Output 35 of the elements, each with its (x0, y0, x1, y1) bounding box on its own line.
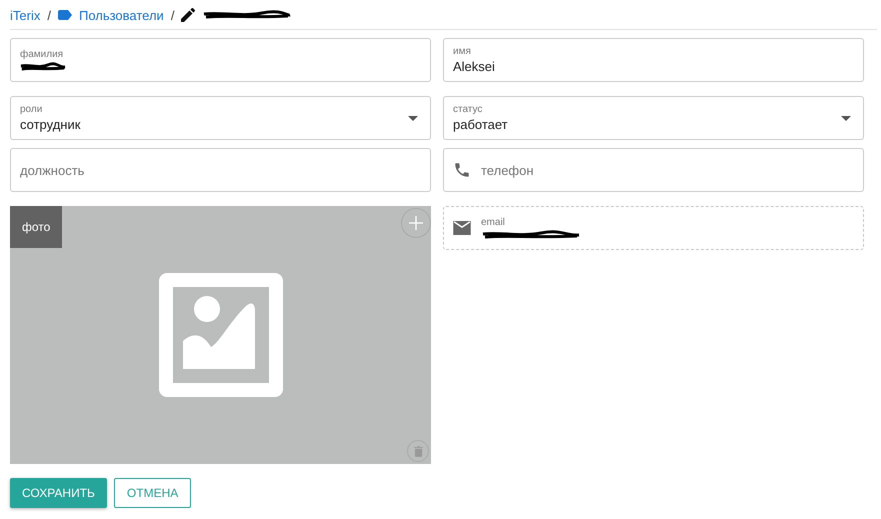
field-value: работает (453, 117, 509, 132)
delete-button[interactable] (407, 440, 429, 462)
breadcrumb-separator: / (47, 8, 51, 22)
tag-icon (58, 10, 72, 20)
photo-label: фото (10, 206, 62, 248)
cancel-button[interactable]: ОТМЕНА (114, 478, 192, 508)
field-label: фамилия (20, 48, 64, 60)
add-button[interactable] (401, 208, 431, 238)
image-icon (158, 273, 282, 397)
caret-icon (408, 116, 418, 120)
input-field[interactable]: email (443, 206, 864, 250)
breadcrumb-separator: / (170, 8, 174, 22)
caret-icon (841, 116, 851, 120)
plus-icon (409, 216, 423, 230)
input-field[interactable]: имя Aleksei (443, 38, 864, 82)
field-label: статус (453, 104, 484, 115)
trash-icon (414, 446, 422, 456)
field-label: имя (453, 46, 472, 57)
save-button[interactable]: СОХРАНИТЬ (10, 478, 107, 508)
field-value: Aleksei (453, 59, 496, 74)
text-input[interactable]: телефон (481, 162, 851, 178)
input-field[interactable]: должность (10, 148, 431, 192)
pencil-icon (181, 8, 196, 22)
input-field[interactable]: телефон (443, 148, 864, 192)
field-label: email (481, 216, 506, 228)
field-label: роли (20, 104, 44, 115)
input-field[interactable]: статус работает (443, 96, 864, 140)
envelope-icon (453, 221, 471, 235)
breadcrumb-link[interactable]: iTerix (10, 8, 40, 22)
input-field[interactable]: роли сотрудник (10, 96, 431, 140)
input-field[interactable]: фамилия (10, 38, 431, 82)
field-value: сотрудник (20, 117, 82, 132)
breadcrumb-link[interactable]: Пользователи (78, 8, 164, 22)
text-input[interactable]: должность (20, 162, 418, 178)
phone-icon (453, 161, 471, 179)
